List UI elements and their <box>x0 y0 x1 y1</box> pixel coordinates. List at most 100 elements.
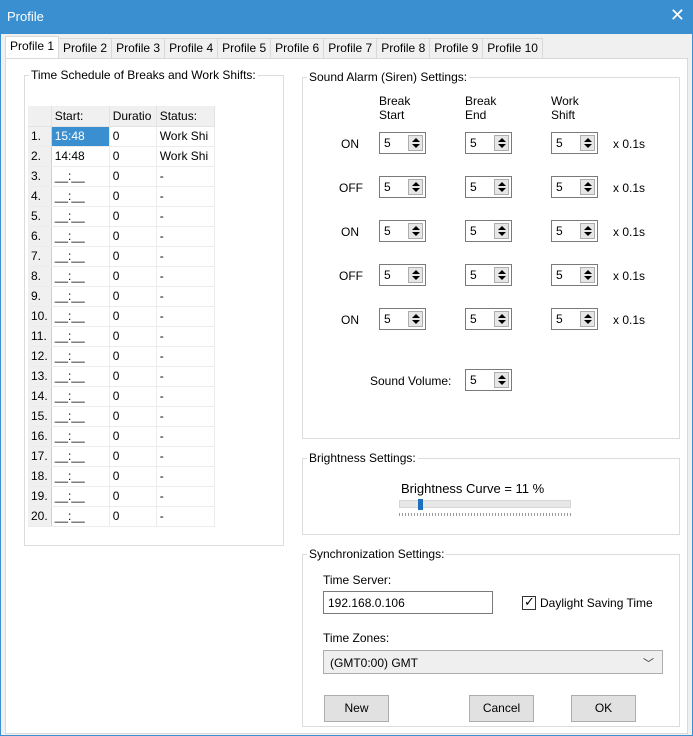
tab-profile-7[interactable]: Profile 7 <box>323 38 378 58</box>
spin-down-icon[interactable] <box>498 144 506 148</box>
duration-cell[interactable]: 0 <box>109 186 157 207</box>
table-row[interactable]: 20. __:__ 0- <box>28 506 215 527</box>
duration-spinner[interactable]: 5 <box>551 264 598 286</box>
duration-spinner[interactable]: 5 <box>379 220 426 242</box>
spinner-buttons[interactable] <box>580 311 595 327</box>
spin-up-icon[interactable] <box>584 226 592 230</box>
daylight-saving-label[interactable]: Daylight Saving Time <box>540 596 653 610</box>
duration-spinner[interactable]: 5 <box>465 132 512 154</box>
duration-cell[interactable]: 0 <box>109 346 157 367</box>
status-cell[interactable]: - <box>156 466 215 487</box>
spin-down-icon[interactable] <box>584 188 592 192</box>
status-cell[interactable]: - <box>156 366 215 387</box>
spin-down-icon[interactable] <box>584 232 592 236</box>
status-cell[interactable]: - <box>156 406 215 427</box>
table-row[interactable]: 3. __:__ 0- <box>28 166 215 187</box>
start-cell[interactable]: __:__ <box>51 206 110 227</box>
start-cell[interactable]: __:__ <box>51 426 110 447</box>
spin-down-icon[interactable] <box>498 232 506 236</box>
spinner-buttons[interactable] <box>408 267 423 283</box>
spin-up-icon[interactable] <box>584 270 592 274</box>
spin-up-icon[interactable] <box>498 138 506 142</box>
sound-volume-spinner[interactable]: 5 <box>465 369 512 391</box>
start-cell[interactable]: __:__ <box>51 286 110 307</box>
spinner-buttons[interactable] <box>580 267 595 283</box>
spinner-buttons[interactable] <box>408 311 423 327</box>
tab-profile-4[interactable]: Profile 4 <box>164 38 219 58</box>
spin-down-icon[interactable] <box>498 188 506 192</box>
duration-cell[interactable]: 0 <box>109 506 157 527</box>
duration-spinner[interactable]: 5 <box>465 264 512 286</box>
spin-down-icon[interactable] <box>498 320 506 324</box>
duration-cell[interactable]: 0 <box>109 406 157 427</box>
close-icon[interactable]: ✕ <box>670 6 685 24</box>
time-zone-select[interactable]: (GMT0:00) GMT ﹀ <box>323 650 663 674</box>
spin-up-icon[interactable] <box>412 314 420 318</box>
table-row[interactable]: 1. 15:48 0 Work Shi <box>28 126 215 147</box>
start-cell[interactable]: __:__ <box>51 246 110 267</box>
start-cell[interactable]: __:__ <box>51 186 110 207</box>
spinner-buttons[interactable] <box>494 267 509 283</box>
status-cell[interactable]: - <box>156 166 215 187</box>
table-row[interactable]: 13. __:__ 0- <box>28 366 215 387</box>
spin-up-icon[interactable] <box>412 182 420 186</box>
spin-down-icon[interactable] <box>412 144 420 148</box>
table-row[interactable]: 19. __:__ 0- <box>28 486 215 507</box>
spin-up-icon[interactable] <box>412 226 420 230</box>
spinner-buttons[interactable] <box>580 223 595 239</box>
table-row[interactable]: 2. 14:48 0 Work Shi <box>28 146 215 167</box>
table-row[interactable]: 15. __:__ 0- <box>28 406 215 427</box>
spinner-buttons[interactable] <box>580 135 595 151</box>
daylight-saving-checkbox[interactable]: ✓ <box>522 594 536 610</box>
table-row[interactable]: 6. __:__ 0- <box>28 226 215 247</box>
spin-down-icon[interactable] <box>412 320 420 324</box>
start-cell[interactable]: __:__ <box>51 466 110 487</box>
tab-profile-9[interactable]: Profile 9 <box>429 38 484 58</box>
duration-cell[interactable]: 0 <box>109 446 157 467</box>
spin-down-icon[interactable] <box>412 232 420 236</box>
spin-up-icon[interactable] <box>412 138 420 142</box>
table-row[interactable]: 16. __:__ 0- <box>28 426 215 447</box>
start-cell[interactable]: __:__ <box>51 486 110 507</box>
start-cell[interactable]: __:__ <box>51 166 110 187</box>
table-row[interactable]: 11. __:__ 0- <box>28 326 215 347</box>
status-cell[interactable]: - <box>156 506 215 527</box>
status-cell[interactable]: - <box>156 306 215 327</box>
spin-down-icon[interactable] <box>498 381 506 385</box>
ok-button[interactable]: OK <box>571 695 636 722</box>
duration-cell[interactable]: 0 <box>109 326 157 347</box>
spin-up-icon[interactable] <box>498 270 506 274</box>
spin-down-icon[interactable] <box>412 276 420 280</box>
status-cell[interactable]: - <box>156 426 215 447</box>
spin-down-icon[interactable] <box>584 320 592 324</box>
duration-spinner[interactable]: 5 <box>551 308 598 330</box>
spin-up-icon[interactable] <box>498 375 506 379</box>
brightness-slider-track[interactable] <box>399 500 571 508</box>
table-row[interactable]: 5. __:__ 0- <box>28 206 215 227</box>
duration-spinner[interactable]: 5 <box>465 220 512 242</box>
spin-up-icon[interactable] <box>498 314 506 318</box>
tab-profile-2[interactable]: Profile 2 <box>58 38 113 58</box>
table-row[interactable]: 10. __:__ 0- <box>28 306 215 327</box>
spinner-buttons[interactable] <box>494 311 509 327</box>
start-cell[interactable]: __:__ <box>51 326 110 347</box>
duration-cell[interactable]: 0 <box>109 466 157 487</box>
duration-spinner[interactable]: 5 <box>551 132 598 154</box>
duration-spinner[interactable]: 5 <box>465 176 512 198</box>
duration-spinner[interactable]: 5 <box>465 308 512 330</box>
duration-cell[interactable]: 0 <box>109 426 157 447</box>
duration-cell[interactable]: 0 <box>109 226 157 247</box>
duration-spinner[interactable]: 5 <box>379 132 426 154</box>
cancel-button[interactable]: Cancel <box>469 695 534 722</box>
spin-up-icon[interactable] <box>584 182 592 186</box>
tab-profile-1[interactable]: Profile 1 <box>5 36 60 58</box>
status-cell[interactable]: - <box>156 206 215 227</box>
column-header-duration[interactable]: Duratio <box>109 106 157 127</box>
duration-cell[interactable]: 0 <box>109 306 157 327</box>
tab-profile-5[interactable]: Profile 5 <box>217 38 272 58</box>
table-row[interactable]: 14. __:__ 0- <box>28 386 215 407</box>
spin-up-icon[interactable] <box>498 182 506 186</box>
tab-profile-6[interactable]: Profile 6 <box>270 38 325 58</box>
table-row[interactable]: 4. __:__ 0- <box>28 186 215 207</box>
tab-profile-8[interactable]: Profile 8 <box>376 38 431 58</box>
